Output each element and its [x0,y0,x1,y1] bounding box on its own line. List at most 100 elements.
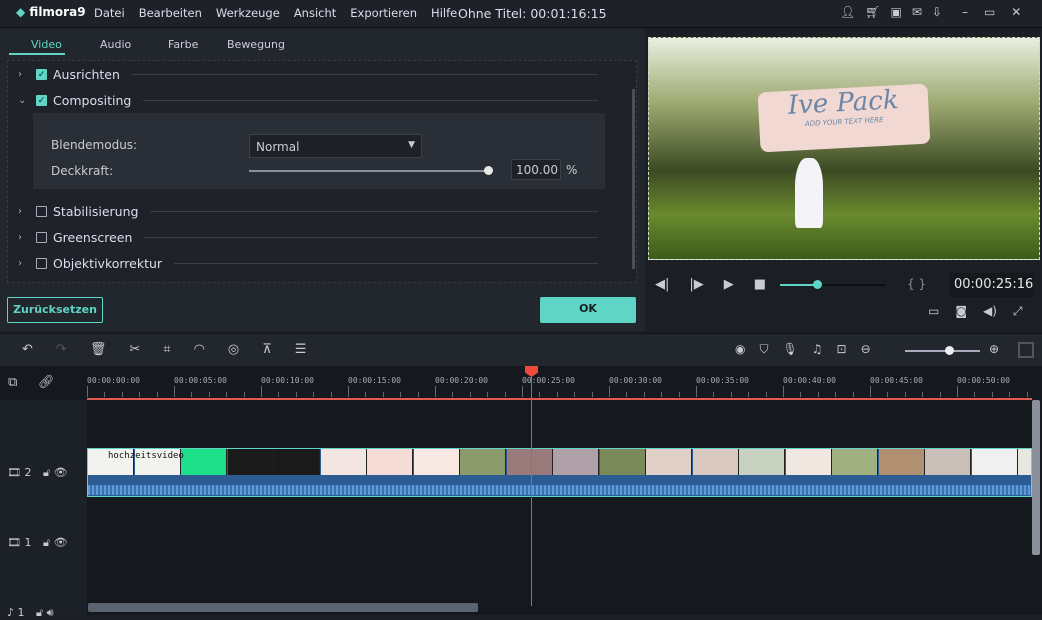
tab-audio[interactable]: Audio [100,38,131,51]
render-icon[interactable]: ◉ [735,342,745,357]
zoom-out-icon[interactable]: ⊖ [861,342,871,357]
opacity-input[interactable]: 100.00 [511,159,561,180]
adjust-icon[interactable]: ☰ [295,342,307,357]
volume-icon[interactable]: ◀) [983,304,997,319]
cut-icon[interactable]: ✂ [129,342,140,357]
mail-icon[interactable]: ✉ [912,5,922,19]
menu-exportieren[interactable]: Exportieren [350,6,417,20]
clip-thumbnail [553,449,599,475]
eye-icon[interactable]: 👁︎ [54,536,68,549]
ruler-tick [539,392,541,397]
tab-video[interactable]: Video [31,38,62,51]
progress-handle[interactable] [812,280,822,289]
section-compositing[interactable]: ⌄ ✓ Compositing [18,90,628,110]
prev-frame-icon[interactable]: ◀| [655,277,669,292]
speed-icon[interactable]: ◠ [194,342,205,357]
section-ausrichten[interactable]: › ✓ Ausrichten [18,64,628,84]
slider-handle[interactable] [484,166,493,175]
ruler-label: 00:00:10:00 [261,376,314,385]
clip-thumbnail [274,449,320,475]
ruler-tick [904,392,906,397]
mark-in-out-icon[interactable]: { } [907,277,926,291]
lock-icon[interactable]: 🔓︎ [36,606,43,619]
clip-thumbnail [506,449,553,475]
maximize-icon[interactable]: ▭ [984,5,995,19]
lock-icon[interactable]: 🔓︎ [43,466,50,479]
vertical-scrollbar[interactable] [1032,400,1040,555]
cart-icon[interactable]: 🛒︎ [865,5,880,19]
checkbox-ausrichten[interactable]: ✓ [36,68,47,80]
color-icon[interactable]: ◎ [228,342,239,357]
blend-mode-select[interactable]: Normal ▼ [249,134,422,158]
section-greenscreen[interactable]: › Greenscreen [18,227,628,247]
playhead[interactable] [525,366,538,606]
link-icon[interactable]: 🔗︎ [38,375,55,390]
mic-icon[interactable]: 🎙︎ [783,342,798,357]
video-preview[interactable]: Ive Pack ADD YOUR TEXT HERE [648,37,1040,260]
checkbox-stabilisierung[interactable] [36,205,47,217]
clip-thumbnail [971,449,1018,475]
display-settings-icon[interactable]: ▭ [928,304,939,319]
checkbox-greenscreen[interactable] [36,231,47,243]
tab-farbe[interactable]: Farbe [168,38,198,51]
download-icon[interactable]: ⇩ [932,5,942,19]
time-ruler[interactable]: 00:00:00:00 00:00:05:00 00:00:10:00 00:00:1… [87,366,1032,400]
close-icon[interactable]: ✕ [1011,5,1021,19]
zoom-in-icon[interactable]: ⊕ [989,342,999,356]
user-icon[interactable]: 👤︎ [840,5,855,19]
add-track-icon[interactable]: ⧉ [8,375,17,390]
eye-icon[interactable]: 👁︎ [54,466,68,479]
ruler-tick [678,392,680,397]
delete-icon[interactable]: 🗑︎ [90,342,107,357]
save-icon[interactable]: ▣ [890,5,901,19]
ruler-tick [348,386,349,397]
horizontal-scrollbar[interactable] [88,603,478,612]
fit-icon[interactable]: ⊡ [837,342,847,357]
audio-mixer-icon[interactable]: ♫ [812,342,823,357]
undo-icon[interactable]: ↶ [22,342,33,357]
ruler-tick [574,392,576,397]
stop-icon[interactable]: ■ [754,277,766,292]
reset-button[interactable]: Zurücksetzen [7,297,103,323]
next-frame-icon[interactable]: |▶ [689,277,703,292]
panel-scrollbar[interactable] [632,89,635,269]
menu-hilfe[interactable]: Hilfe [431,6,457,20]
tab-bewegung[interactable]: Bewegung [227,38,285,51]
section-label: Ausrichten [53,66,120,82]
snapshot-icon[interactable]: ◙ [955,304,967,319]
ruler-label: 00:00:35:00 [696,376,749,385]
checkbox-objektivkorrektur[interactable] [36,257,47,269]
chevron-down-icon: ⌄ [18,94,27,106]
title-overlay[interactable]: Ive Pack ADD YOUR TEXT HERE [757,83,931,153]
minimize-icon[interactable]: – [962,5,968,19]
crop-icon[interactable]: ⌗ [163,342,170,357]
lock-icon[interactable]: 🔓︎ [43,536,50,549]
ruler-tick [939,392,941,397]
menu-bearbeiten[interactable]: Bearbeiten [139,6,202,20]
clip-thumbnails [88,449,1031,475]
opacity-slider[interactable] [249,166,493,175]
checkbox-compositing[interactable]: ✓ [36,94,47,106]
chevron-right-icon: › [18,205,22,217]
redo-icon[interactable]: ↷ [56,342,67,357]
menu-datei[interactable]: Datei [94,6,125,20]
chevron-down-icon: ▼ [408,140,415,150]
layout-icon[interactable] [1018,342,1034,358]
blend-label: Blendemodus: [51,138,138,152]
zoom-slider[interactable] [905,346,980,355]
green-screen-icon[interactable]: ⊼ [262,342,272,357]
zoom-handle[interactable] [945,346,954,355]
marker-icon[interactable]: ⛉ [759,342,768,357]
video-clip[interactable]: hochzeitsvideo [87,448,1032,497]
clip-thumbnail [367,449,413,475]
playback-progress[interactable] [780,280,885,289]
section-stabilisierung[interactable]: › Stabilisierung [18,201,628,221]
menu-ansicht[interactable]: Ansicht [294,6,336,20]
speaker-icon[interactable]: 🔊︎ [47,606,54,619]
section-objektivkorrektur[interactable]: › Objektivkorrektur [18,253,628,273]
ok-button[interactable]: OK [540,297,636,323]
menu-werkzeuge[interactable]: Werkzeuge [216,6,280,20]
play-icon[interactable]: ▶ [724,277,734,292]
ruler-tick [835,392,837,397]
fullscreen-icon[interactable]: ⤢ [1013,304,1023,319]
